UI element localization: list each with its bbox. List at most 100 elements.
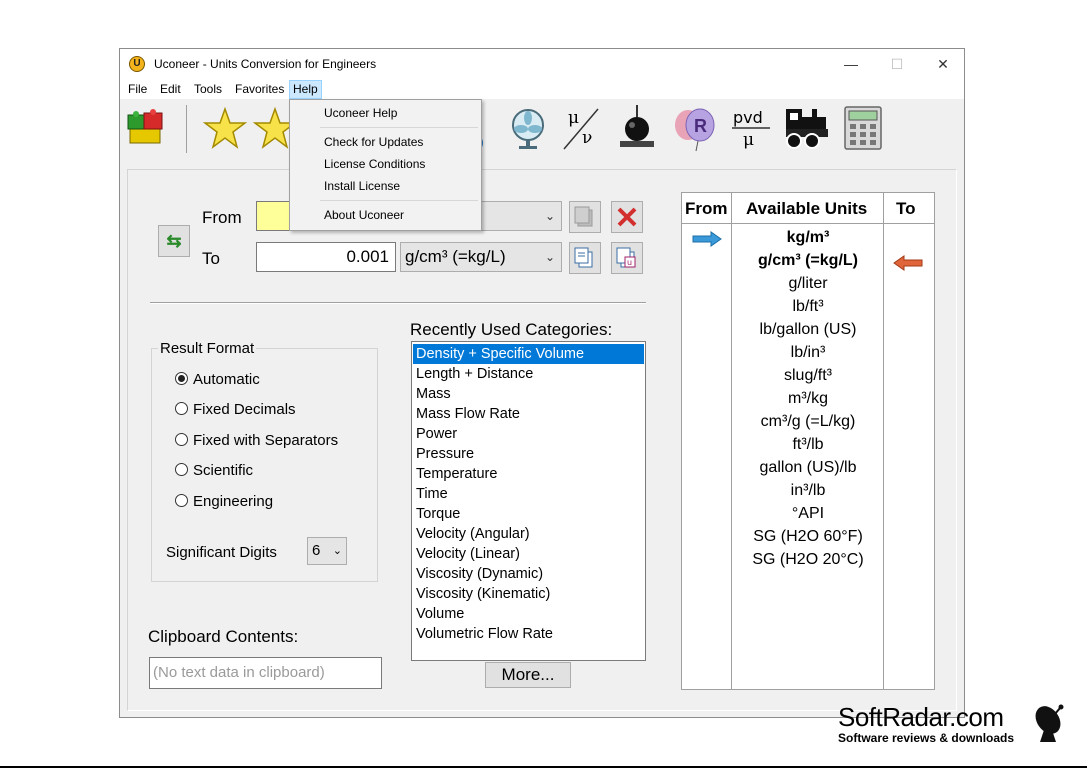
copy-from-button[interactable] (569, 201, 601, 233)
menu-item-install-license[interactable]: Install License (324, 179, 400, 193)
app-logo-icon: U (129, 56, 145, 72)
copy-icon (574, 247, 593, 268)
unit-item[interactable]: lb/in³ (732, 344, 884, 362)
list-item[interactable]: Temperature (413, 464, 644, 484)
mu-nu-icon[interactable]: μ ν (558, 103, 604, 153)
locomotive-icon[interactable] (782, 103, 828, 153)
list-item[interactable]: Time (413, 484, 644, 504)
more-button[interactable]: More... (485, 662, 571, 688)
satellite-dish-icon (1035, 704, 1064, 742)
unit-item[interactable]: lb/gallon (US) (732, 321, 884, 339)
unit-item[interactable]: kg/m³ (732, 229, 884, 247)
mu-nu-icon-bottom: ν (582, 128, 592, 148)
chevron-down-icon: ⌄ (332, 545, 342, 557)
menu-file[interactable]: File (125, 81, 150, 98)
significant-digits-value: 6 (312, 542, 321, 559)
balloon-r-icon[interactable]: R (670, 103, 716, 153)
title-bar[interactable]: U Uconeer - Units Conversion for Enginee… (120, 49, 964, 79)
menu-separator (320, 127, 478, 128)
toolbar-separator (186, 105, 187, 153)
menu-edit[interactable]: Edit (157, 81, 184, 98)
legos-icon[interactable] (124, 103, 170, 153)
unit-item[interactable]: m³/kg (732, 390, 884, 408)
from-arrow-icon (692, 231, 722, 247)
radio-fixed-decimals[interactable]: Fixed Decimals (175, 401, 296, 418)
clipboard-field[interactable]: (No text data in clipboard) (149, 657, 382, 689)
list-item[interactable]: Length + Distance (413, 364, 644, 384)
unit-item[interactable]: SG (H2O 20°C) (732, 551, 884, 569)
radio-label: Automatic (193, 371, 260, 388)
pvd-mu-icon[interactable]: pvd μ (728, 103, 774, 153)
list-item[interactable]: Pressure (413, 444, 644, 464)
to-unit-selected: g/cm³ (=kg/L) (405, 247, 506, 266)
unit-item[interactable]: slug/ft³ (732, 367, 884, 385)
radio-label: Scientific (193, 462, 254, 479)
list-item[interactable]: Volumetric Flow Rate (413, 624, 644, 644)
app-window: U Uconeer - Units Conversion for Enginee… (119, 48, 965, 718)
list-item[interactable]: Mass Flow Rate (413, 404, 644, 424)
copy-unit-icon: u (616, 247, 636, 268)
maximize-button[interactable]: ☐ (882, 53, 912, 75)
radio-engineering[interactable]: Engineering (175, 493, 273, 510)
balloon-r-label: R (694, 116, 707, 136)
available-units-header: Available Units (746, 199, 868, 218)
radio-unchecked-icon (175, 433, 188, 446)
menu-tools[interactable]: Tools (191, 81, 225, 98)
unit-item[interactable]: °API (732, 505, 884, 523)
header-divider (682, 223, 934, 224)
unit-item[interactable]: gallon (US)/lb (732, 459, 884, 477)
significant-digits-label: Significant Digits (166, 544, 277, 561)
to-column-header: To (896, 199, 916, 218)
from-label: From (202, 208, 242, 227)
menu-item-about[interactable]: About Uconeer (324, 208, 404, 222)
list-item[interactable]: Volume (413, 604, 644, 624)
copy-to-button[interactable] (569, 242, 601, 274)
clear-button[interactable] (611, 201, 643, 233)
list-item[interactable]: Viscosity (Kinematic) (413, 584, 644, 604)
svg-text:u: u (627, 258, 632, 267)
swap-arrows-icon[interactable]: ⇆ (158, 225, 190, 257)
radio-scientific[interactable]: Scientific (175, 462, 253, 479)
unit-item[interactable]: in³/lb (732, 482, 884, 500)
close-button[interactable]: ✕ (928, 53, 958, 75)
to-label: To (202, 249, 220, 268)
unit-item[interactable]: cm³/g (=L/kg) (732, 413, 884, 431)
units-table: From Available Units To kg/m³ g/cm³ (=kg… (681, 192, 935, 690)
weight-icon[interactable] (614, 103, 660, 153)
menu-item-uconeer-help[interactable]: Uconeer Help (324, 106, 397, 120)
radio-fixed-separators[interactable]: Fixed with Separators (175, 432, 338, 449)
list-item[interactable]: Mass (413, 384, 644, 404)
softradar-watermark: SoftRadar.com Software reviews & downloa… (838, 702, 1014, 745)
unit-item[interactable]: SG (H2O 60°F) (732, 528, 884, 546)
minimize-button[interactable]: — (836, 53, 866, 75)
menu-separator (320, 200, 478, 201)
page-bottom-rule (0, 766, 1087, 768)
significant-digits-select[interactable]: 6 ⌄ (307, 537, 347, 565)
list-item[interactable]: Velocity (Linear) (413, 544, 644, 564)
menu-item-check-updates[interactable]: Check for Updates (324, 135, 423, 149)
radio-label: Fixed with Separators (193, 432, 339, 449)
list-item[interactable]: Power (413, 424, 644, 444)
chevron-down-icon: ⌄ (544, 209, 555, 223)
radio-automatic[interactable]: Automatic (175, 371, 260, 388)
star-favorite-icon[interactable] (202, 103, 248, 153)
calculator-icon[interactable] (840, 103, 886, 153)
list-item[interactable]: Viscosity (Dynamic) (413, 564, 644, 584)
unit-item[interactable]: g/liter (732, 275, 884, 293)
list-item[interactable]: Velocity (Angular) (413, 524, 644, 544)
to-value-input[interactable]: 0.001 (256, 242, 396, 272)
categories-list[interactable]: Density + Specific Volume Length + Dista… (411, 341, 646, 661)
menu-item-license-conditions[interactable]: License Conditions (324, 157, 425, 171)
watermark-sub: Software reviews & downloads (838, 731, 1015, 745)
result-format-title: Result Format (158, 340, 257, 357)
list-item[interactable]: Density + Specific Volume (413, 344, 644, 364)
fan-icon[interactable] (506, 103, 552, 153)
to-unit-select[interactable]: g/cm³ (=kg/L) ⌄ (400, 242, 562, 272)
menu-help[interactable]: Help (289, 80, 322, 99)
unit-item[interactable]: g/cm³ (=kg/L) (732, 252, 884, 270)
unit-item[interactable]: lb/ft³ (732, 298, 884, 316)
list-item[interactable]: Torque (413, 504, 644, 524)
unit-item[interactable]: ft³/lb (732, 436, 884, 454)
menu-favorites[interactable]: Favorites (232, 81, 287, 98)
copy-with-unit-button[interactable]: u (611, 242, 643, 274)
